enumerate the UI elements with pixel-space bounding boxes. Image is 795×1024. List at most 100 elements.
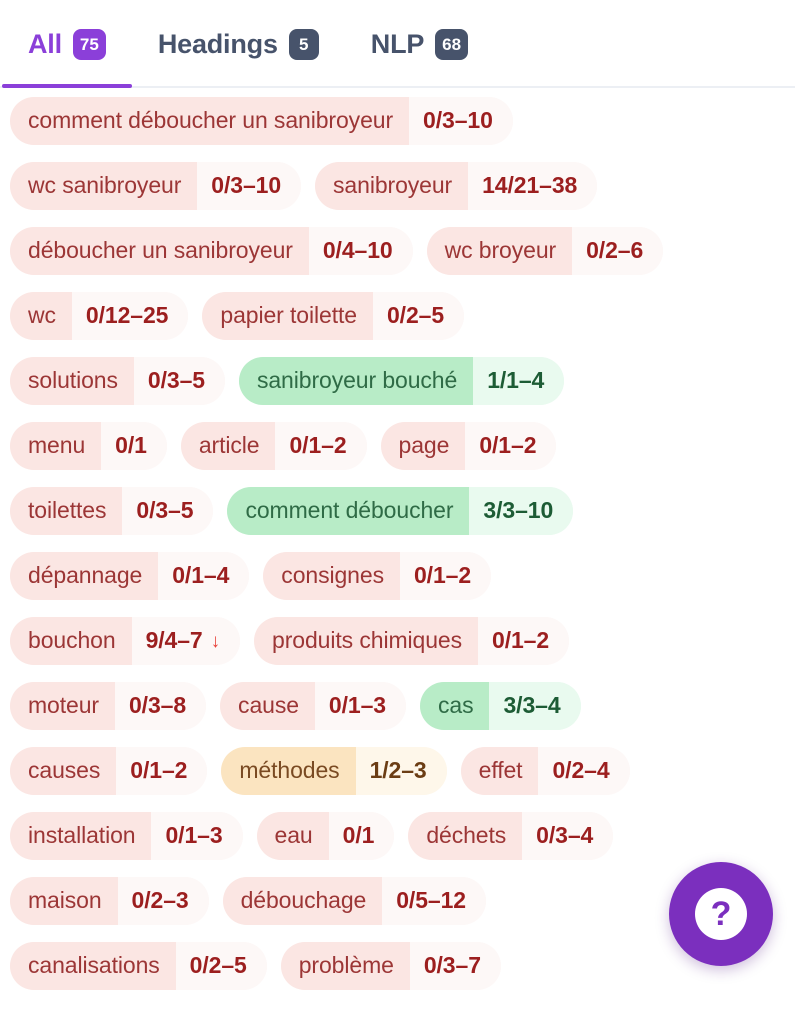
keyword-pill-count: 0/1 <box>101 421 167 470</box>
keyword-pill-count: 0/1–4 <box>158 551 250 600</box>
keyword-pill-count-value: 0/3–10 <box>423 107 493 133</box>
keyword-pill-count: 9/4–7 ↓ <box>131 616 241 665</box>
tab-active-underline <box>2 84 132 88</box>
keyword-pill[interactable]: eau 0/1 <box>256 811 395 860</box>
keyword-pill-count: 1/2–3 <box>355 746 447 795</box>
keyword-pill-count-value: 0/2–6 <box>586 237 644 263</box>
keyword-pill[interactable]: dépannage 0/1–4 <box>10 551 250 600</box>
keyword-pill[interactable]: canalisations 0/2–5 <box>10 941 267 990</box>
keyword-pill-count-value: 0/4–10 <box>322 237 393 263</box>
tab-count-badge: 75 <box>72 28 106 60</box>
keyword-pill-count-value: 0/1–4 <box>172 562 230 588</box>
keyword-pill[interactable]: sanibroyeur bouché 1/1–4 <box>238 356 565 405</box>
keyword-pill-count-value: 0/1–3 <box>165 822 223 848</box>
tab-headings[interactable]: Headings 5 <box>132 0 345 88</box>
keyword-pill-term: papier toilette <box>202 291 373 340</box>
keyword-pill-count: 0/12–25 <box>71 291 189 340</box>
keyword-pill[interactable]: maison 0/2–3 <box>10 876 209 925</box>
keyword-pill-term: solutions <box>10 356 134 405</box>
keyword-pill[interactable]: déboucher un sanibroyeur 0/4–10 <box>10 226 413 275</box>
keyword-pill-count: 0/3–4 <box>522 811 614 860</box>
keyword-pill-term: wc <box>10 291 72 340</box>
keyword-pill-row: canalisations 0/2–5 problème 0/3–7 <box>0 933 795 998</box>
keyword-pill[interactable]: wc sanibroyeur 0/3–10 <box>10 161 302 210</box>
keyword-pill-term: wc sanibroyeur <box>10 161 198 210</box>
keyword-pill-count: 0/3–5 <box>122 486 214 535</box>
keyword-pill-count: 0/1–2 <box>465 421 557 470</box>
keyword-pill-count: 0/3–7 <box>409 941 501 990</box>
keyword-pill[interactable]: déchets 0/3–4 <box>408 811 614 860</box>
keyword-pill-term: causes <box>10 746 117 795</box>
keyword-pill-count-value: 0/5–12 <box>396 887 466 913</box>
tab-count-badge: 68 <box>435 28 469 60</box>
keyword-pill[interactable]: effet 0/2–4 <box>460 746 630 795</box>
keyword-pill-count-value: 0/1 <box>342 822 375 848</box>
keyword-pill[interactable]: solutions 0/3–5 <box>10 356 225 405</box>
keyword-pill[interactable]: wc broyeur 0/2–6 <box>426 226 664 275</box>
keyword-pill[interactable]: article 0/1–2 <box>180 421 367 470</box>
keyword-pill-row: bouchon 9/4–7 ↓ produits chimiques 0/1–2 <box>0 608 795 673</box>
keyword-pill-term: problème <box>280 941 410 990</box>
keyword-pill[interactable]: wc 0/12–25 <box>10 291 189 340</box>
keyword-pill-term: consignes <box>263 551 400 600</box>
keyword-pill[interactable]: installation 0/1–3 <box>10 811 243 860</box>
keyword-pill-count: 0/5–12 <box>382 876 486 925</box>
keyword-pill-term: comment déboucher <box>227 486 470 535</box>
keyword-pill-count: 0/1–2 <box>478 616 570 665</box>
keyword-pill[interactable]: cas 3/3–4 <box>419 681 581 730</box>
keyword-pill-term: menu <box>10 421 102 470</box>
keyword-pill-term: eau <box>256 811 329 860</box>
keyword-pill-count-value: 0/12–25 <box>85 302 169 328</box>
keyword-pill-term: wc broyeur <box>426 226 573 275</box>
keyword-pill-term: déchets <box>408 811 523 860</box>
keyword-pill-term: canalisations <box>10 941 176 990</box>
keyword-pill-row: dépannage 0/1–4 consignes 0/1–2 <box>0 543 795 608</box>
keyword-pill-count-value: 3/3–10 <box>483 497 554 523</box>
keyword-pill-count-value: 1/2–3 <box>369 757 427 783</box>
keyword-pill-count: 0/2–5 <box>372 291 465 340</box>
keyword-pill-count: 0/3–5 <box>133 356 225 405</box>
keyword-pill[interactable]: débouchage 0/5–12 <box>222 876 486 925</box>
keyword-pill[interactable]: papier toilette 0/2–5 <box>202 291 465 340</box>
tab-count-badge: 5 <box>288 28 319 60</box>
keyword-pill[interactable]: toilettes 0/3–5 <box>10 486 214 535</box>
keyword-pill[interactable]: cause 0/1–3 <box>220 681 406 730</box>
tab-label: All <box>28 28 62 59</box>
keyword-pill-count: 0/2–6 <box>572 226 664 275</box>
keyword-pill-row: wc 0/12–25 papier toilette 0/2–5 <box>0 283 795 348</box>
keyword-pill[interactable]: comment déboucher un sanibroyeur 0/3–10 <box>10 96 513 145</box>
keyword-pill-term: page <box>380 421 466 470</box>
keyword-pill[interactable]: comment déboucher 3/3–10 <box>227 486 574 535</box>
keyword-pill[interactable]: problème 0/3–7 <box>280 941 501 990</box>
keyword-pill-term: sanibroyeur bouché <box>238 356 474 405</box>
keyword-pill[interactable]: causes 0/1–2 <box>10 746 208 795</box>
keyword-pill[interactable]: méthodes 1/2–3 <box>221 746 447 795</box>
keyword-pill[interactable]: produits chimiques 0/1–2 <box>254 616 570 665</box>
keyword-pill-term: article <box>180 421 276 470</box>
keyword-pill-count: 0/1–2 <box>116 746 208 795</box>
keyword-pill[interactable]: sanibroyeur 14/21–38 <box>315 161 598 210</box>
keyword-pill[interactable]: menu 0/1 <box>10 421 167 470</box>
keyword-pill-count-value: 1/1–4 <box>487 367 545 393</box>
keyword-pill-term: produits chimiques <box>254 616 478 665</box>
tab-all[interactable]: All 75 <box>2 0 132 88</box>
keyword-pill-count-value: 0/3–10 <box>211 172 282 198</box>
keyword-pill-count: 0/2–4 <box>538 746 630 795</box>
keyword-pill-term: moteur <box>10 681 115 730</box>
tab-nlp[interactable]: NLP 68 <box>345 0 494 88</box>
keyword-pill-count: 0/1–2 <box>275 421 367 470</box>
keyword-pill-count: 0/3–8 <box>114 681 207 730</box>
keyword-pill-count-value: 0/3–4 <box>536 822 594 848</box>
keyword-pill-row: causes 0/1–2 méthodes 1/2–3 effet 0/2–4 <box>0 738 795 803</box>
keyword-pill[interactable]: page 0/1–2 <box>380 421 557 470</box>
keyword-pill-count-value: 0/3–7 <box>423 952 481 978</box>
keyword-pill-row: déboucher un sanibroyeur 0/4–10 wc broyeur… <box>0 218 795 283</box>
keyword-pill-count-value: 0/1–3 <box>328 692 386 718</box>
keyword-pill-term: toilettes <box>10 486 123 535</box>
keyword-pill[interactable]: bouchon 9/4–7 ↓ <box>10 616 241 665</box>
help-button[interactable]: ? <box>669 862 773 966</box>
keyword-pill[interactable]: consignes 0/1–2 <box>263 551 492 600</box>
keyword-pill[interactable]: moteur 0/3–8 <box>10 681 207 730</box>
keyword-pill-count-value: 0/1–2 <box>413 562 472 588</box>
keyword-pill-count-value: 14/21–38 <box>482 172 578 198</box>
